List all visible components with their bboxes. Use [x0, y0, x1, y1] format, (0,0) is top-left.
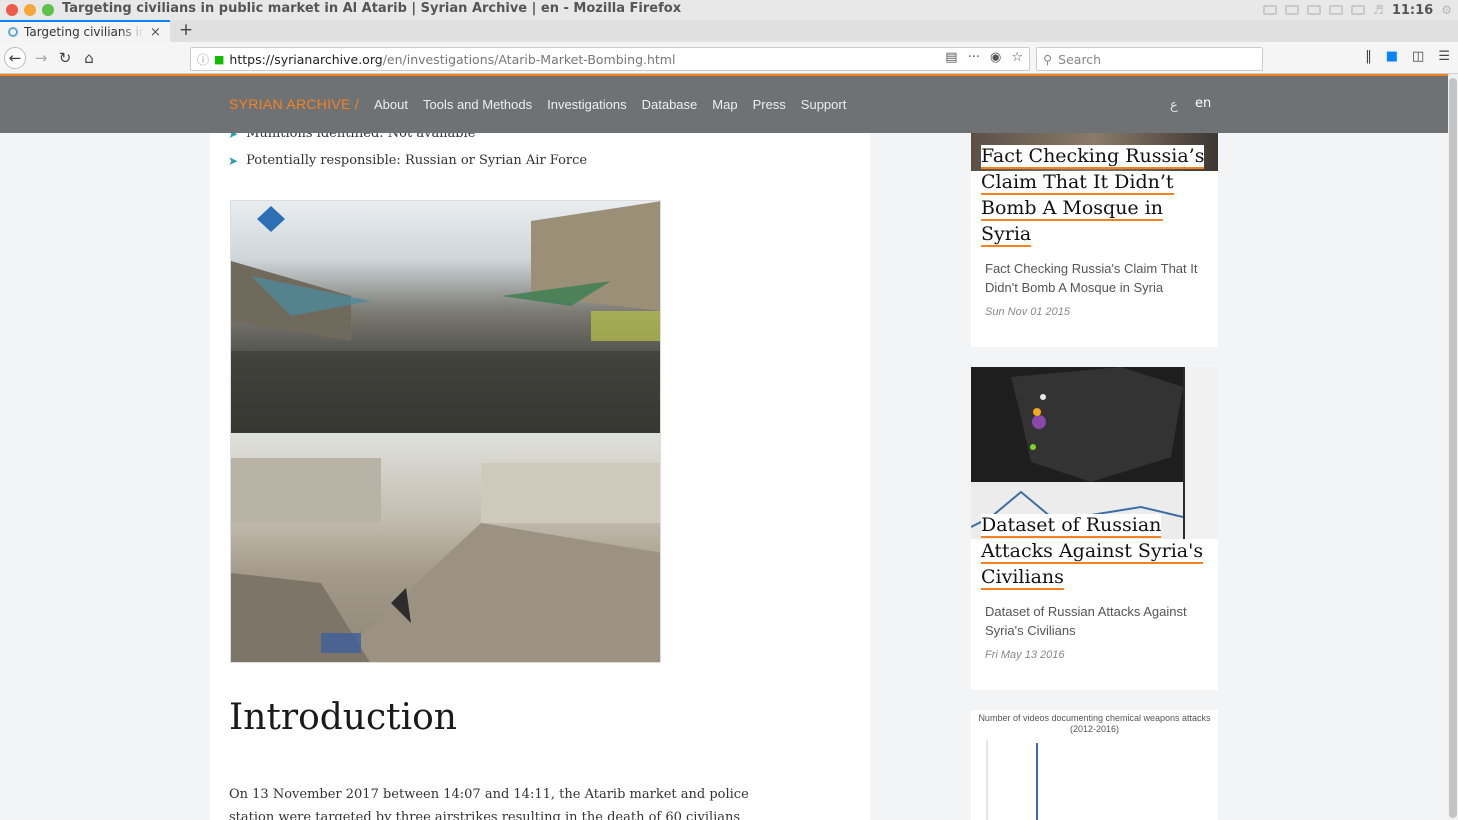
url-bar[interactable]: ⓘ ■ https://syrianarchive.org/en/investi… — [190, 47, 1030, 71]
os-title-bar: Targeting civilians in public market in … — [0, 0, 1458, 20]
chart-thumbnail-illustration — [986, 740, 1038, 820]
card-date: Sun Nov 01 2015 — [985, 306, 1071, 318]
favicon-icon — [8, 27, 18, 37]
window-maximize-button[interactable] — [42, 4, 54, 16]
rubble-scene-illustration — [231, 458, 660, 662]
tab-strip: Targeting civilians in public market in … — [0, 20, 1458, 42]
bookmark-star-icon[interactable]: ☆ — [1011, 50, 1023, 65]
article-bullet: ➤ Munitions identified: Not available — [228, 133, 475, 141]
site-info-icon[interactable]: ⓘ — [197, 51, 209, 68]
extension-icon[interactable]: ■ — [1386, 49, 1398, 64]
introduction-paragraph: On 13 November 2017 between 14:07 and 14… — [229, 787, 749, 820]
bullet-arrow-icon: ➤ — [228, 133, 239, 141]
reload-button[interactable]: ↻ — [54, 47, 76, 69]
pocket-icon[interactable]: ◉ — [990, 50, 1001, 65]
scrollbar-thumb[interactable] — [1449, 78, 1457, 818]
menu-hamburger-icon[interactable]: ☰ — [1438, 49, 1450, 64]
clock[interactable]: 11:16 — [1392, 3, 1433, 18]
nav-link-database[interactable]: Database — [642, 97, 698, 112]
browser-tab-active[interactable]: Targeting civilians in public market in … — [0, 20, 170, 42]
related-card[interactable]: Dataset of Russian Attacks Against Syria… — [971, 367, 1218, 690]
nav-link-map[interactable]: Map — [712, 97, 737, 112]
mail-icon[interactable] — [1329, 5, 1344, 15]
printer-icon[interactable] — [1263, 5, 1278, 15]
brand-logo[interactable]: SYRIAN ARCHIVE / — [229, 96, 359, 112]
window-close-button[interactable] — [6, 4, 18, 16]
page-scrollbar[interactable] — [1448, 74, 1458, 820]
window-title: Targeting civilians in public market in … — [62, 1, 682, 16]
article-content: ➤ Munitions identified: Not available ➤ … — [210, 133, 870, 820]
card-description: Fact Checking Russia's Claim That It Did… — [985, 261, 1198, 295]
wifi-icon[interactable] — [1285, 5, 1300, 15]
lock-icon[interactable]: ■ — [214, 53, 224, 66]
page-actions-button[interactable]: ··· — [968, 50, 980, 65]
market-photo-comparison[interactable] — [230, 200, 661, 663]
toolbar-right: ‖ ■ ◫ ☰ — [1365, 49, 1450, 64]
card-title[interactable]: Dataset of Russian Attacks Against Syria… — [981, 512, 1211, 590]
site-nav-links: About Tools and Methods Investigations D… — [374, 97, 846, 112]
related-card[interactable]: Fact Checking Russia’s Claim That It Did… — [971, 133, 1218, 347]
nav-link-about[interactable]: About — [374, 97, 408, 112]
language-english-link[interactable]: en — [1195, 96, 1211, 111]
market-before-photo — [231, 201, 660, 433]
card-title[interactable]: Fact Checking Russia’s Claim That It Did… — [981, 143, 1211, 247]
search-icon: ⚲ — [1043, 51, 1053, 67]
dropbox-icon[interactable] — [1307, 5, 1322, 15]
language-arabic-link[interactable]: ع — [1170, 98, 1178, 113]
back-button[interactable]: ← — [4, 47, 26, 69]
bullet-text: Potentially responsible: Russian or Syri… — [246, 153, 588, 168]
new-tab-button[interactable]: + — [176, 20, 196, 42]
card-date: Fri May 13 2016 — [985, 649, 1065, 661]
library-icon[interactable]: ‖ — [1365, 49, 1372, 64]
settings-gear-icon[interactable]: ⚙ — [1441, 3, 1452, 17]
navigation-toolbar: ← → ↻ ⌂ ⓘ ■ https://syrianarchive.org/en… — [0, 42, 1458, 74]
related-card[interactable]: Number of videos documenting chemical we… — [971, 710, 1218, 820]
url-text[interactable]: https://syrianarchive.org/en/investigati… — [229, 52, 675, 67]
url-domain: https://syrianarchive.org — [229, 51, 383, 67]
nav-link-tools-and-methods[interactable]: Tools and Methods — [423, 97, 532, 112]
home-button[interactable]: ⌂ — [78, 47, 100, 69]
search-placeholder: Search — [1058, 51, 1102, 67]
reader-view-icon[interactable]: ▤ — [945, 50, 957, 65]
volume-icon[interactable]: ♬ — [1373, 3, 1384, 17]
nav-link-investigations[interactable]: Investigations — [547, 97, 627, 112]
forward-button[interactable]: → — [30, 47, 52, 69]
battery-icon[interactable] — [1351, 5, 1366, 15]
url-path: /en/investigations/Atarib-Market-Bombing… — [382, 51, 676, 67]
search-bar[interactable]: ⚲ Search — [1036, 47, 1263, 71]
bullet-text: Munitions identified: Not available — [246, 133, 476, 141]
article-bullet: ➤ Potentially responsible: Russian or Sy… — [228, 153, 587, 168]
nav-link-press[interactable]: Press — [753, 97, 786, 112]
system-tray: ♬ 11:16 ⚙ — [1263, 0, 1458, 20]
market-after-photo — [231, 433, 660, 662]
sidebar-icon[interactable]: ◫ — [1412, 49, 1424, 64]
site-header: SYRIAN ARCHIVE / About Tools and Methods… — [0, 74, 1448, 133]
window-minimize-button[interactable] — [24, 4, 36, 16]
bullet-arrow-icon: ➤ — [228, 153, 239, 168]
tab-close-icon[interactable]: × — [150, 25, 161, 40]
nav-link-support[interactable]: Support — [801, 97, 847, 112]
introduction-heading: Introduction — [229, 697, 457, 738]
tab-title: Targeting civilians in public market in … — [24, 25, 144, 39]
card-description: Dataset of Russian Attacks Against Syria… — [985, 604, 1187, 638]
market-scene-illustration — [231, 201, 660, 433]
